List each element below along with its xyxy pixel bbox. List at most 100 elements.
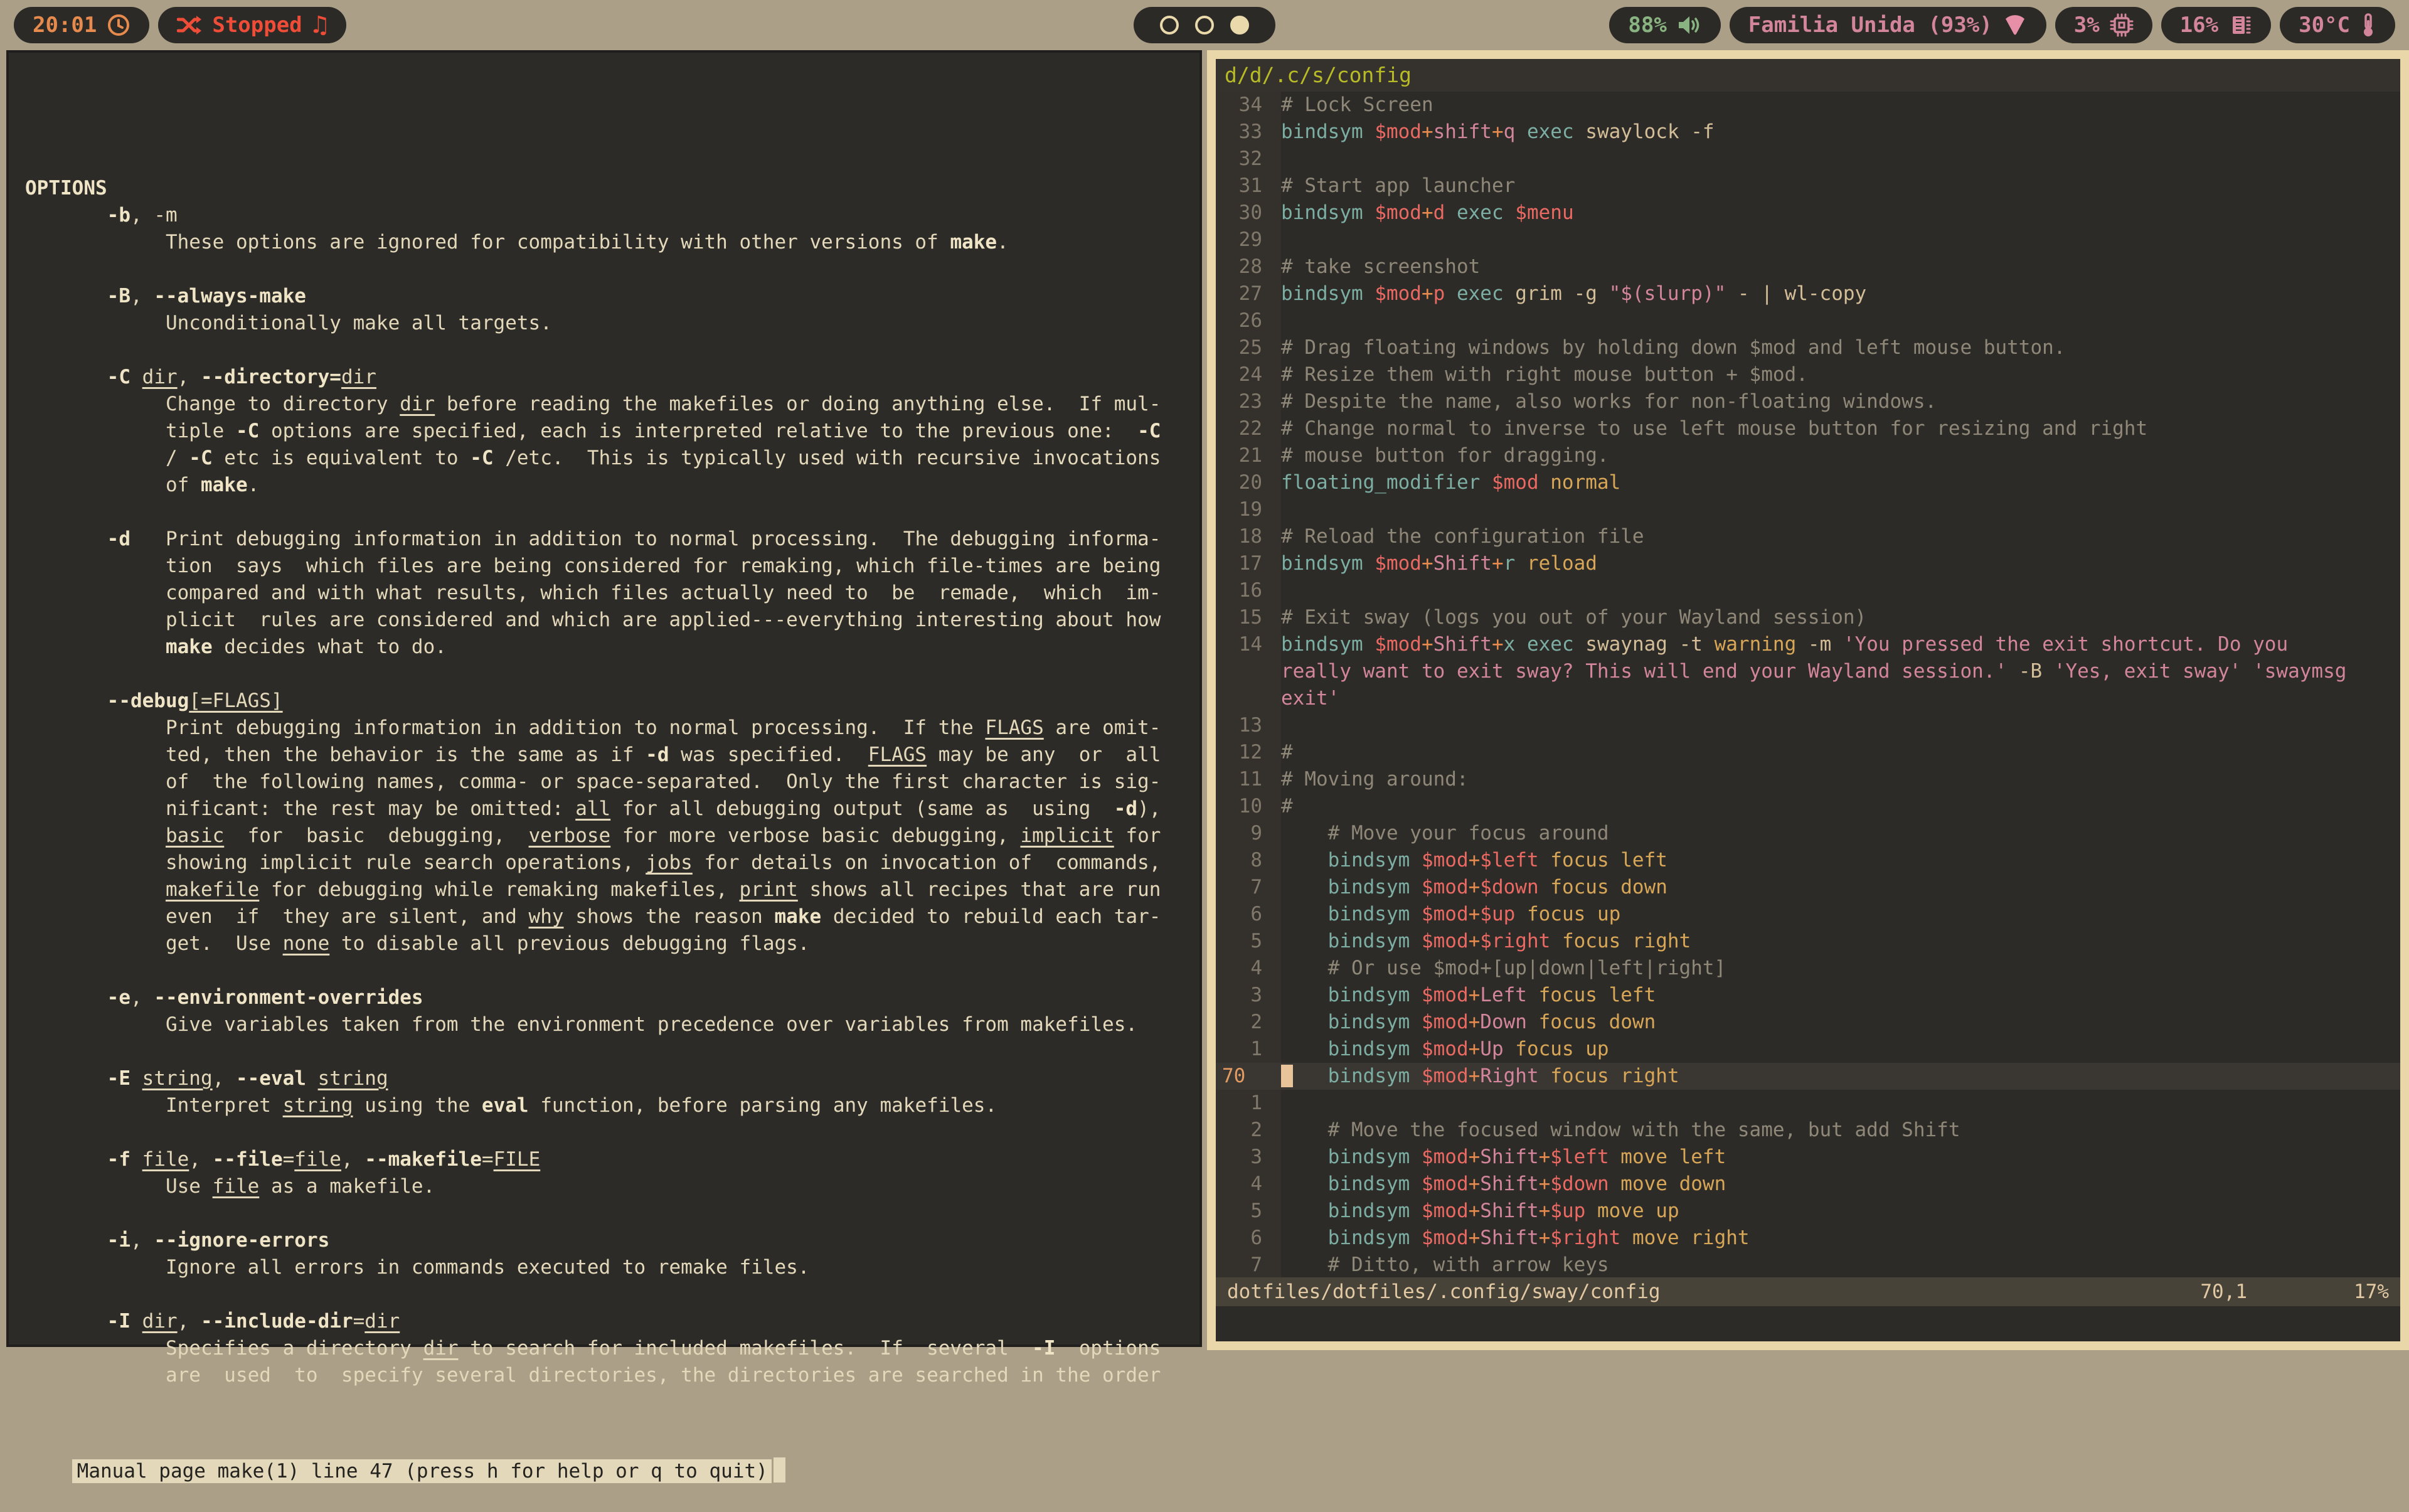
line-number: 7 (1216, 1252, 1281, 1277)
editor-line[interactable]: 10# (1216, 793, 2400, 820)
man-line: Ignore all errors in commands executed t… (25, 1254, 1194, 1281)
editor-line[interactable]: 3 bindsym $mod+Shift+$left move left (1216, 1144, 2400, 1171)
man-line: compared and with what results, which fi… (25, 580, 1194, 607)
line-text: # Lock Screen (1281, 92, 2400, 119)
man-line: Specifies a directory dir to search for … (25, 1335, 1194, 1362)
line-number: 2 (1216, 1117, 1281, 1144)
line-text: bindsym $mod+$down focus down (1281, 874, 2400, 901)
line-number: 17 (1216, 550, 1281, 577)
editor-line[interactable]: 11# Moving around: (1216, 766, 2400, 793)
editor-line[interactable]: exit' (1216, 685, 2400, 712)
terminal-window-vim[interactable]: d/d/.c/s/config 34# Lock Screen33bindsym… (1207, 50, 2409, 1350)
workspace-dot-1[interactable] (1160, 16, 1179, 35)
editor-line[interactable]: 3 bindsym $mod+Left focus left (1216, 982, 2400, 1009)
editor-line[interactable]: 28# take screenshot (1216, 253, 2400, 280)
editor-line[interactable]: 13 (1216, 712, 2400, 739)
man-line: OPTIONS (25, 175, 1194, 202)
line-text: # Moving around: (1281, 766, 2400, 793)
man-line: tion says which files are being consider… (25, 553, 1194, 580)
line-number: 33 (1216, 119, 1281, 146)
terminal-window-man-page[interactable]: OPTIONS -b, -m These options are ignored… (6, 50, 1202, 1347)
editor-line[interactable]: 16 (1216, 577, 2400, 604)
editor-line[interactable]: 15# Exit sway (logs you out of your Wayl… (1216, 604, 2400, 631)
man-line: showing implicit rule search operations,… (25, 849, 1194, 876)
editor-line[interactable]: 4 # Or use $mod+[up|down|left|right] (1216, 955, 2400, 982)
cpu-widget[interactable]: 3% (2055, 7, 2152, 43)
clock-widget[interactable]: 20:01 (14, 7, 149, 43)
editor-line[interactable]: 4 bindsym $mod+Shift+$down move down (1216, 1171, 2400, 1198)
man-line: -b, -m (25, 202, 1194, 229)
editor-line[interactable]: 5 bindsym $mod+$right focus right (1216, 928, 2400, 955)
workspace-dot-2[interactable] (1195, 16, 1214, 35)
line-text (1281, 496, 2400, 523)
editor-line[interactable]: 26 (1216, 307, 2400, 334)
man-line: --debug[=FLAGS] (25, 688, 1194, 715)
line-text: bindsym $mod+Shift+r reload (1281, 550, 2400, 577)
editor-line[interactable]: 1 bindsym $mod+Up focus up (1216, 1036, 2400, 1063)
volume-widget[interactable]: 88% (1609, 7, 1720, 43)
editor-line[interactable]: 17bindsym $mod+Shift+r reload (1216, 550, 2400, 577)
editor-line[interactable]: 23# Despite the name, also works for non… (1216, 388, 2400, 415)
workspace-dot-3-active[interactable] (1230, 16, 1249, 35)
line-text: bindsym $mod+Shift+$up move up (1281, 1198, 2400, 1225)
line-text: # Change normal to inverse to use left m… (1281, 415, 2400, 442)
memory-widget[interactable]: 16% (2161, 7, 2271, 43)
temperature-widget[interactable]: 30°C (2280, 7, 2395, 43)
editor-line[interactable]: 7 bindsym $mod+$down focus down (1216, 874, 2400, 901)
vim-command-line[interactable] (1216, 1306, 2400, 1341)
wifi-icon (2002, 14, 2028, 36)
line-number: 32 (1216, 146, 1281, 173)
editor-line[interactable]: really want to exit sway? This will end … (1216, 658, 2400, 685)
line-number: 70 (1216, 1063, 1281, 1090)
editor-line[interactable]: 30bindsym $mod+d exec $menu (1216, 200, 2400, 226)
editor-line[interactable]: 2 # Move the focused window with the sam… (1216, 1117, 2400, 1144)
editor-line[interactable]: 8 bindsym $mod+$left focus left (1216, 847, 2400, 874)
man-line: makefile for debugging while remaking ma… (25, 876, 1194, 903)
editor-line[interactable]: 25# Drag floating windows by holding dow… (1216, 334, 2400, 361)
editor-line[interactable]: 33bindsym $mod+shift+q exec swaylock -f (1216, 119, 2400, 146)
man-line: make decides what to do. (25, 634, 1194, 661)
man-line: Unconditionally make all targets. (25, 310, 1194, 337)
man-line: of the following names, comma- or space-… (25, 769, 1194, 796)
network-widget[interactable]: Familia Unida (93%) (1730, 7, 2046, 43)
vim-window-title: d/d/.c/s/config (1216, 59, 2400, 92)
editor-line[interactable]: 9 # Move your focus around (1216, 820, 2400, 847)
man-line: nificant: the rest may be omitted: all f… (25, 796, 1194, 823)
editor-line[interactable]: 32 (1216, 146, 2400, 173)
vim-editor-area[interactable]: 34# Lock Screen33bindsym $mod+shift+q ex… (1216, 92, 2400, 1277)
editor-line[interactable]: 18# Reload the configuration file (1216, 523, 2400, 550)
editor-line[interactable]: 7 # Ditto, with arrow keys (1216, 1252, 2400, 1277)
line-text: bindsym $mod+Up focus up (1281, 1036, 2400, 1063)
editor-line[interactable]: 2 bindsym $mod+Down focus down (1216, 1009, 2400, 1036)
editor-line[interactable]: 6 bindsym $mod+$up focus up (1216, 901, 2400, 928)
man-line: of make. (25, 472, 1194, 499)
line-text: # (1281, 793, 2400, 820)
line-text: # (1281, 739, 2400, 766)
man-line (25, 337, 1194, 364)
music-widget[interactable]: Stopped ♫ (158, 7, 346, 43)
editor-line[interactable]: 14bindsym $mod+Shift+x exec swaynag -t w… (1216, 631, 2400, 658)
statusline-file-path: dotfiles/dotfiles/.config/sway/config (1227, 1277, 1661, 1306)
editor-line[interactable]: 22# Change normal to inverse to use left… (1216, 415, 2400, 442)
line-text: bindsym $mod+$right focus right (1281, 928, 2400, 955)
editor-line[interactable]: 21# mouse button for dragging. (1216, 442, 2400, 469)
editor-line[interactable]: 31# Start app launcher (1216, 173, 2400, 200)
man-line: -e, --environment-overrides (25, 984, 1194, 1011)
editor-line[interactable]: 20floating_modifier $mod normal (1216, 469, 2400, 496)
editor-line[interactable]: 19 (1216, 496, 2400, 523)
editor-line[interactable]: 27bindsym $mod+p exec grim -g "$(slurp)"… (1216, 280, 2400, 307)
editor-line[interactable]: 1 (1216, 1090, 2400, 1117)
editor-line-current[interactable]: 70 bindsym $mod+Right focus right (1216, 1063, 2400, 1090)
line-text: # Move the focused window with the same,… (1281, 1117, 2400, 1144)
editor-line[interactable]: 24# Resize them with right mouse button … (1216, 361, 2400, 388)
man-line: even if they are silent, and why shows t… (25, 903, 1194, 930)
editor-line[interactable]: 6 bindsym $mod+Shift+$right move right (1216, 1225, 2400, 1252)
line-text (1281, 307, 2400, 334)
editor-line[interactable]: 12# (1216, 739, 2400, 766)
shuffle-icon (177, 14, 202, 36)
workspace-switcher[interactable] (1134, 7, 1275, 43)
editor-line[interactable]: 29 (1216, 226, 2400, 253)
man-content[interactable]: OPTIONS -b, -m These options are ignored… (9, 53, 1199, 1389)
editor-line[interactable]: 34# Lock Screen (1216, 92, 2400, 119)
editor-line[interactable]: 5 bindsym $mod+Shift+$up move up (1216, 1198, 2400, 1225)
